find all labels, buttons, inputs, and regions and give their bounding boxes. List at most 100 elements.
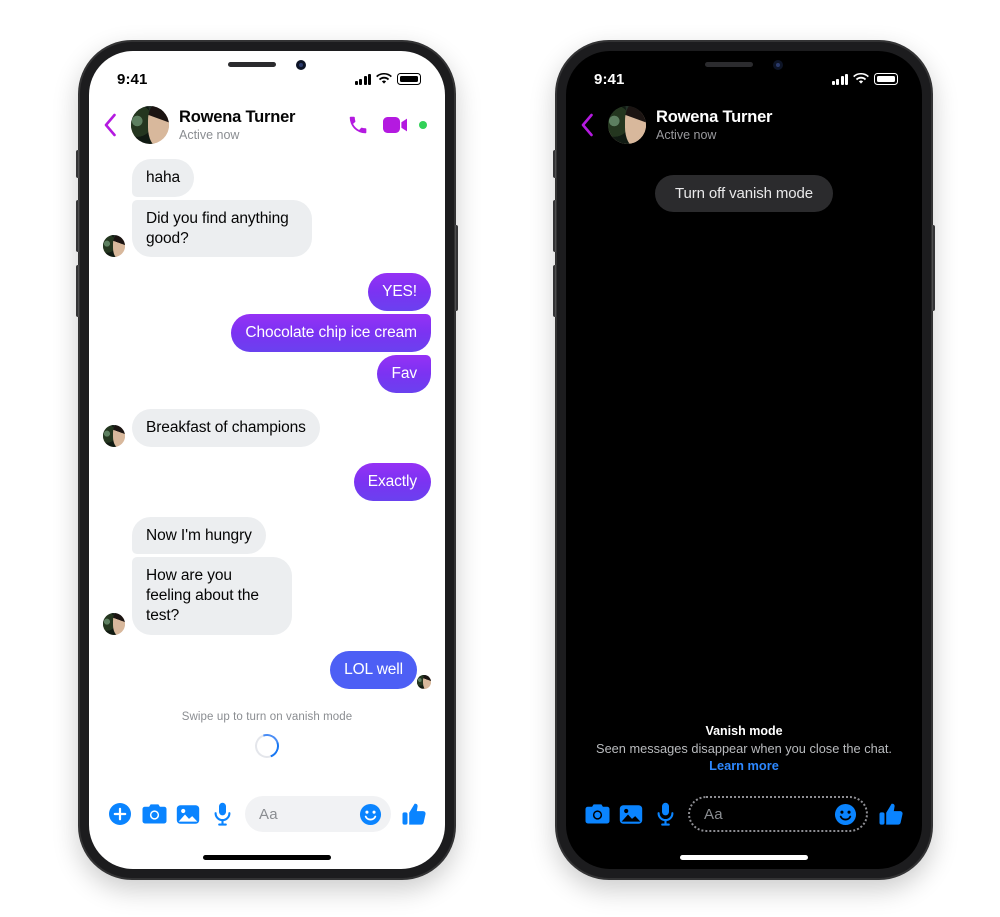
contact-presence: Active now (179, 127, 240, 142)
message-bubble-outgoing[interactable]: Chocolate chip ice cream (231, 314, 431, 353)
chat-header: Rowena Turner Active now (89, 97, 445, 153)
plus-icon[interactable] (103, 797, 137, 831)
message-row: Exactly (103, 462, 431, 501)
screen-dark: 9:41 Rowena Turner Active now Turn off v… (566, 51, 922, 869)
device-notch (662, 51, 826, 78)
contact-identity[interactable]: Rowena Turner Active now (179, 108, 347, 142)
volume-up-button[interactable] (76, 200, 79, 252)
vanish-mode-footer: Vanish mode Seen messages disappear when… (566, 724, 922, 773)
message-input-field[interactable]: Aa (688, 796, 868, 832)
thumbs-up-icon[interactable] (397, 797, 431, 831)
message-row: Fav (103, 355, 431, 393)
message-input-placeholder: Aa (259, 805, 278, 823)
phone-dark-mode: 9:41 Rowena Turner Active now Turn off v… (553, 40, 935, 880)
contact-avatar[interactable] (131, 106, 169, 144)
message-row: Breakfast of champions (103, 408, 431, 447)
earpiece-speaker (228, 62, 276, 67)
contact-identity[interactable]: Rowena Turner Active now (656, 108, 904, 142)
thumbs-up-icon[interactable] (874, 797, 908, 831)
silent-switch[interactable] (76, 150, 79, 178)
message-input-field[interactable]: Aa (245, 796, 391, 832)
message-row: haha (103, 159, 431, 197)
screenshot-stage: 9:41 Rowena Turner Active now haha Did y… (0, 0, 1000, 917)
contact-name: Rowena Turner (656, 107, 773, 126)
message-row: YES! (103, 273, 431, 312)
avatar-slot (103, 424, 125, 447)
message-bubble-outgoing[interactable]: YES! (368, 273, 431, 312)
device-notch (185, 51, 349, 78)
earpiece-speaker (705, 62, 753, 67)
volume-down-button[interactable] (76, 265, 79, 317)
message-bubble-outgoing[interactable]: Fav (377, 355, 431, 393)
contact-name: Rowena Turner (179, 107, 296, 126)
wifi-icon (376, 73, 392, 84)
microphone-icon[interactable] (205, 797, 239, 831)
message-row: How are you feeling about the test? (103, 557, 431, 635)
message-bubble-outgoing[interactable]: LOL well (330, 650, 417, 689)
front-camera-icon (773, 59, 783, 70)
composer-bar: Aa (566, 787, 922, 841)
message-bubble-incoming[interactable]: haha (132, 159, 195, 197)
message-avatar[interactable] (103, 612, 125, 635)
cellular-bars-icon (354, 73, 371, 85)
avatar-slot (103, 612, 125, 635)
turn-off-vanish-mode-button[interactable]: Turn off vanish mode (654, 175, 834, 212)
message-thread[interactable]: haha Did you find anything good? YES! Ch… (89, 153, 445, 783)
cellular-bars-icon (831, 73, 848, 85)
header-actions (347, 114, 427, 136)
photo-gallery-icon[interactable] (171, 797, 205, 831)
message-bubble-incoming[interactable]: Breakfast of champions (132, 408, 320, 447)
camera-icon[interactable] (580, 797, 614, 831)
message-row: LOL well (103, 650, 431, 689)
photo-gallery-icon[interactable] (614, 797, 648, 831)
vanish-mode-subtitle: Seen messages disappear when you close t… (596, 741, 892, 756)
contact-presence: Active now (656, 127, 717, 142)
wifi-icon (853, 73, 869, 84)
power-button[interactable] (932, 225, 935, 311)
avatar-slot (103, 235, 125, 258)
message-bubble-outgoing[interactable]: Exactly (353, 462, 431, 501)
composer-bar: Aa (89, 787, 445, 841)
swipe-hint-label: Swipe up to turn on vanish mode (181, 710, 353, 723)
message-row: Did you find anything good? (103, 199, 431, 258)
contact-avatar[interactable] (608, 106, 646, 144)
read-receipt-avatar (417, 674, 431, 689)
silent-switch[interactable] (553, 150, 556, 178)
message-bubble-incoming[interactable]: Did you find anything good? (132, 199, 312, 258)
volume-up-button[interactable] (553, 200, 556, 252)
power-button[interactable] (455, 225, 458, 311)
message-bubble-incoming[interactable]: Now I'm hungry (132, 516, 266, 555)
loading-spinner (251, 729, 283, 762)
message-avatar[interactable] (103, 235, 125, 258)
chat-header: Rowena Turner Active now (566, 97, 922, 153)
phone-call-icon[interactable] (347, 114, 369, 136)
back-chevron-icon[interactable] (103, 113, 125, 137)
camera-icon[interactable] (137, 797, 171, 831)
status-clock: 9:41 (594, 70, 625, 88)
online-status-dot (419, 121, 427, 129)
back-chevron-icon[interactable] (580, 113, 602, 137)
status-clock: 9:41 (117, 70, 148, 88)
emoji-smiley-icon[interactable] (832, 801, 858, 827)
volume-down-button[interactable] (553, 265, 556, 317)
message-row: Now I'm hungry (103, 516, 431, 555)
phone-light-mode: 9:41 Rowena Turner Active now haha Did y… (76, 40, 458, 880)
message-avatar[interactable] (103, 424, 125, 447)
vanish-mode-banner: Turn off vanish mode (566, 175, 922, 212)
message-input-placeholder: Aa (704, 805, 723, 823)
front-camera-icon (296, 59, 306, 70)
home-indicator (680, 855, 808, 860)
message-row: Chocolate chip ice cream (103, 314, 431, 353)
vanish-mode-title: Vanish mode (705, 724, 783, 738)
learn-more-link[interactable]: Learn more (582, 758, 906, 773)
message-bubble-incoming[interactable]: How are you feeling about the test? (132, 557, 292, 635)
microphone-icon[interactable] (648, 797, 682, 831)
video-call-icon[interactable] (383, 116, 409, 134)
battery-icon (874, 73, 898, 85)
emoji-smiley-icon[interactable] (357, 801, 383, 827)
